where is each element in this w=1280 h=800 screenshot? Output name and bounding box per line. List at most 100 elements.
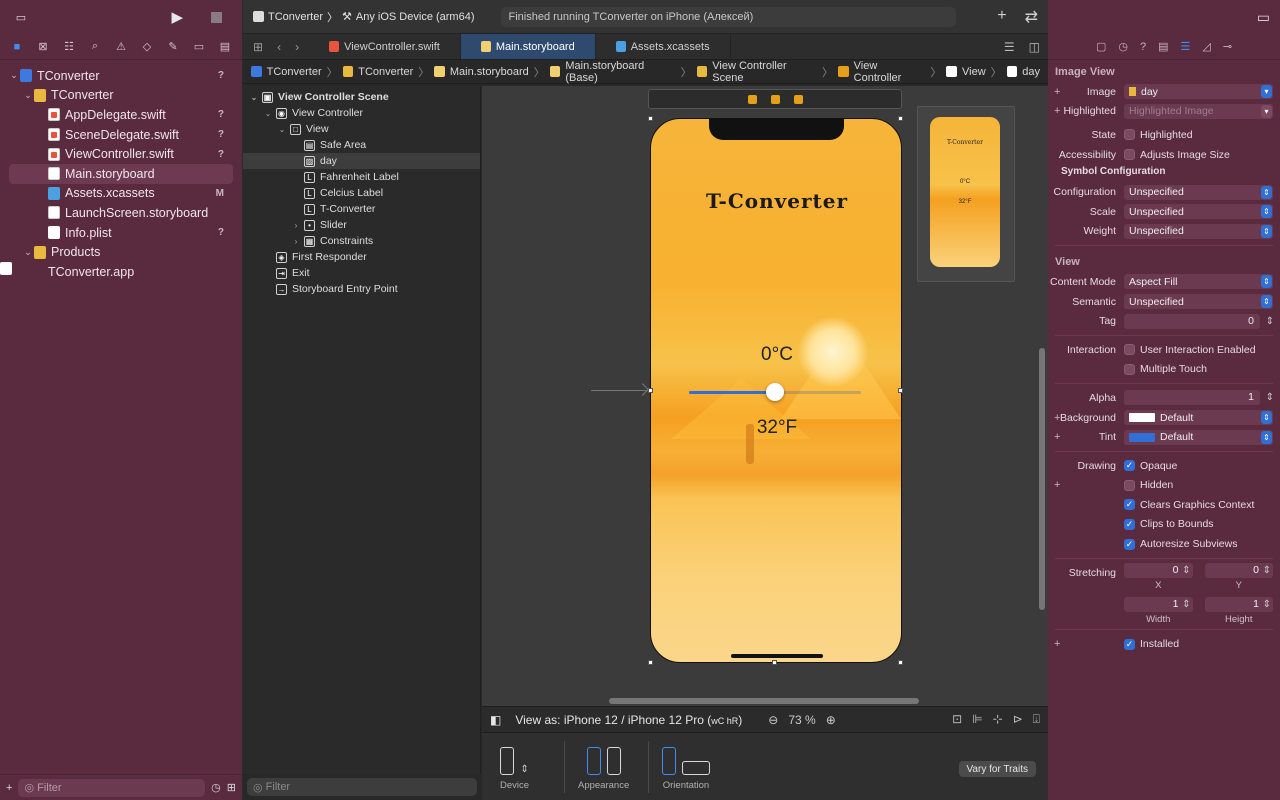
breakpoint-icon[interactable]: ▭	[186, 40, 212, 53]
outline-item[interactable]: L Celcius Label	[243, 185, 480, 201]
disclosure-icon[interactable]: ›	[291, 237, 301, 246]
drawing-checkbox[interactable]: ✓ Opaque	[1124, 460, 1177, 472]
navigator-filter-input[interactable]: ◎ Filter	[18, 778, 206, 797]
navigator-item[interactable]: ⌄ TConverter	[0, 86, 242, 106]
entry-point-arrow[interactable]	[591, 390, 647, 391]
folder-icon[interactable]: ■	[4, 41, 30, 53]
embed-in-icon[interactable]: ⍗	[1033, 712, 1040, 727]
view-as-label[interactable]: View as: iPhone 12 / iPhone 12 Pro (wC h…	[515, 713, 742, 727]
find-icon[interactable]: ⌕	[82, 40, 108, 53]
align-icon[interactable]: ⊫	[972, 712, 982, 727]
breadcrumb-item[interactable]: View Controller	[854, 60, 926, 84]
outline-item[interactable]: L Fahrenheit Label	[243, 169, 480, 185]
horizontal-scrollbar[interactable]	[609, 698, 919, 704]
help-inspector-icon[interactable]: ?	[1140, 41, 1146, 53]
navigator-item[interactable]: ⌄ Products	[0, 242, 242, 262]
breadcrumb-item[interactable]: TConverter	[267, 66, 322, 78]
split-editor-icon[interactable]: ◫	[1029, 40, 1040, 54]
breadcrumb-item[interactable]: Main.storyboard (Base)	[565, 60, 675, 84]
launch-screen-scene[interactable]: T-Converter 0°C 32°F	[917, 106, 1015, 282]
drawing-checkbox[interactable]: ✓ Autoresize Subviews	[1124, 538, 1237, 550]
disclosure-icon[interactable]: ⌄	[22, 247, 34, 258]
checkbox-box[interactable]	[1124, 149, 1135, 161]
light-appearance-icon[interactable]	[586, 747, 601, 775]
stretch-height-field[interactable]: 1	[1204, 597, 1273, 613]
semantic-popup[interactable]: Unspecified ⇕	[1124, 294, 1273, 310]
update-frames-icon[interactable]: ⊡	[952, 712, 962, 727]
identity-inspector-icon[interactable]: ▤	[1158, 40, 1168, 53]
outline-item[interactable]: L T-Converter	[243, 201, 480, 217]
outline-item[interactable]: ⌄ ◉ View Controller	[243, 105, 480, 121]
outline-item[interactable]: ▤ Safe Area	[243, 137, 480, 153]
outline-item[interactable]: › ▦ Constraints	[243, 233, 480, 249]
zoom-out-icon[interactable]: ⊖	[768, 713, 778, 727]
vertical-scrollbar[interactable]	[1039, 348, 1045, 610]
disclosure-icon[interactable]: ⌄	[22, 90, 34, 101]
plus-icon[interactable]: +	[1054, 86, 1060, 98]
zoom-in-icon[interactable]: ⊕	[826, 713, 836, 727]
tint-color-popup[interactable]: Default ⇕	[1124, 429, 1273, 445]
grid-icon[interactable]: ⊞	[253, 40, 263, 54]
inspector-toggle-icon[interactable]: ▭	[1257, 9, 1270, 26]
selection-handle[interactable]	[898, 388, 903, 393]
alpha-field[interactable]: 1	[1124, 390, 1274, 406]
run-button[interactable]: ▶	[171, 8, 183, 26]
checkbox-box[interactable]	[1124, 363, 1135, 375]
vary-for-traits-button[interactable]: Vary for Traits	[958, 761, 1036, 777]
checkbox-box[interactable]	[1124, 479, 1135, 491]
library-add-icon[interactable]: +	[997, 7, 1006, 27]
portrait-icon[interactable]	[662, 747, 676, 775]
device-group[interactable]: ⇕ Device	[500, 741, 529, 791]
editor-options-icon[interactable]: ☰	[1004, 40, 1015, 54]
source-control-icon[interactable]: ⊠	[30, 40, 56, 53]
test-icon[interactable]: ◇	[134, 40, 160, 53]
navigator-item[interactable]: Main.storyboard	[9, 163, 233, 184]
view-controller-icon[interactable]	[747, 94, 757, 104]
plus-icon[interactable]: +	[1054, 638, 1060, 650]
debug-icon[interactable]: ✎	[160, 40, 186, 53]
landscape-icon[interactable]	[682, 761, 710, 775]
connections-inspector-icon[interactable]: ⊸	[1223, 40, 1232, 53]
navigator-item[interactable]: SceneDelegate.swift?	[0, 125, 242, 145]
configuration-popup[interactable]: Unspecified ⇕	[1124, 184, 1273, 200]
symbol-icon[interactable]: ☷	[56, 40, 82, 53]
code-review-icon[interactable]: ⇄	[1025, 7, 1038, 27]
selection-handle[interactable]	[898, 660, 903, 665]
back-icon[interactable]: ‹	[277, 40, 281, 54]
background-color-popup[interactable]: Default ⇕	[1124, 410, 1273, 426]
content-mode-popup[interactable]: Aspect Fill ⇕	[1124, 274, 1273, 290]
first-responder-icon[interactable]	[770, 94, 780, 104]
drawing-checkbox[interactable]: Hidden	[1124, 479, 1173, 491]
user-interaction-checkbox[interactable]: User Interaction Enabled	[1124, 344, 1256, 356]
checkbox-box[interactable]: ✓	[1124, 518, 1135, 530]
selection-handle[interactable]	[648, 660, 653, 665]
highlighted-checkbox[interactable]: Highlighted	[1124, 129, 1193, 141]
breadcrumb-item[interactable]: Main.storyboard	[450, 66, 529, 78]
scale-popup[interactable]: Unspecified ⇕	[1124, 204, 1273, 220]
stretch-y-field[interactable]: 0	[1204, 563, 1273, 579]
outline-item[interactable]: ▨ day	[243, 153, 480, 169]
celsius-label[interactable]: 0°C	[651, 344, 901, 366]
attributes-inspector-icon[interactable]: ☰	[1180, 40, 1190, 53]
navigator-item[interactable]: Assets.xcassets M	[0, 184, 242, 204]
selection-handle[interactable]	[648, 388, 653, 393]
selection-handle[interactable]	[772, 660, 777, 665]
grid-icon[interactable]: ⊞	[227, 781, 236, 794]
image-combo[interactable]: day ▾	[1124, 84, 1273, 100]
add-icon[interactable]: +	[6, 782, 12, 794]
file-inspector-icon[interactable]: ▢	[1096, 40, 1106, 53]
multiple-touch-checkbox[interactable]: Multiple Touch	[1124, 363, 1207, 375]
outline-item[interactable]: ⇥ Exit	[243, 265, 480, 281]
selection-handle[interactable]	[648, 116, 653, 121]
disclosure-icon[interactable]: ⌄	[8, 70, 20, 81]
selection-handle[interactable]	[898, 116, 903, 121]
plus-icon[interactable]: +	[1054, 431, 1060, 443]
navigator-item[interactable]: AppDelegate.swift?	[0, 105, 242, 125]
fahrenheit-label[interactable]: 32°F	[651, 417, 901, 439]
forward-icon[interactable]: ›	[295, 40, 299, 54]
weight-popup[interactable]: Unspecified ⇕	[1124, 223, 1273, 239]
outline-item[interactable]: → Storyboard Entry Point	[243, 281, 480, 297]
checkbox-box[interactable]: ✓	[1124, 638, 1135, 650]
issue-icon[interactable]: ⚠	[108, 40, 134, 53]
breadcrumb-item[interactable]: View Controller Scene	[712, 60, 817, 84]
